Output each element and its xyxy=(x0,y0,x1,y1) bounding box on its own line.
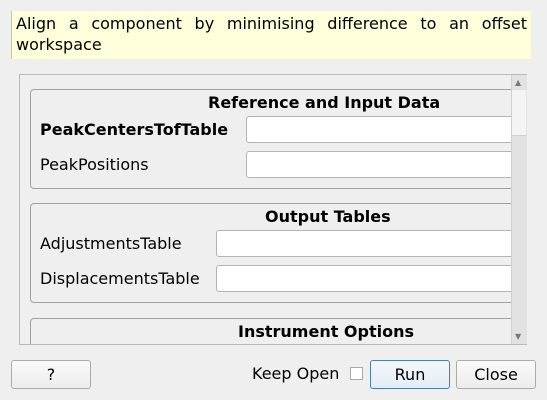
keep-open-checkbox[interactable] xyxy=(350,367,363,380)
scroll-down-arrow-icon[interactable]: ▼ xyxy=(515,332,521,341)
peak-centers-tof-table-input[interactable] xyxy=(246,116,526,143)
group-title: Output Tables xyxy=(265,207,391,226)
label-adjustments-table: AdjustmentsTable xyxy=(40,234,182,253)
run-button[interactable]: Run xyxy=(370,360,450,389)
group-instrument-options: Instrument Options xyxy=(30,318,526,344)
close-button[interactable]: Close xyxy=(456,360,536,389)
help-button[interactable]: ? xyxy=(11,360,91,389)
keep-open-label: Keep Open xyxy=(252,364,340,383)
vertical-scrollbar[interactable]: ▲ ▼ xyxy=(511,75,527,344)
label-displacements-table: DisplacementsTable xyxy=(40,269,200,288)
adjustments-table-input[interactable] xyxy=(216,230,526,257)
group-title: Instrument Options xyxy=(238,322,415,341)
label-peak-positions: PeakPositions xyxy=(40,155,149,174)
peak-positions-input[interactable] xyxy=(246,151,526,178)
group-title: Reference and Input Data xyxy=(208,93,441,112)
label-peak-centers-tof-table: PeakCentersTofTable xyxy=(40,120,229,139)
displacements-table-input[interactable] xyxy=(216,265,526,292)
scrollbar-thumb[interactable] xyxy=(512,90,526,136)
properties-scroll-area: Reference and Input Data PeakCentersTofT… xyxy=(19,74,527,345)
algorithm-description: Align a component by minimising differen… xyxy=(11,11,531,59)
group-output-tables: Output Tables AdjustmentsTable Displacem… xyxy=(30,203,526,303)
scroll-up-arrow-icon[interactable]: ▲ xyxy=(515,78,521,87)
group-reference-and-input-data: Reference and Input Data PeakCentersTofT… xyxy=(30,89,526,189)
